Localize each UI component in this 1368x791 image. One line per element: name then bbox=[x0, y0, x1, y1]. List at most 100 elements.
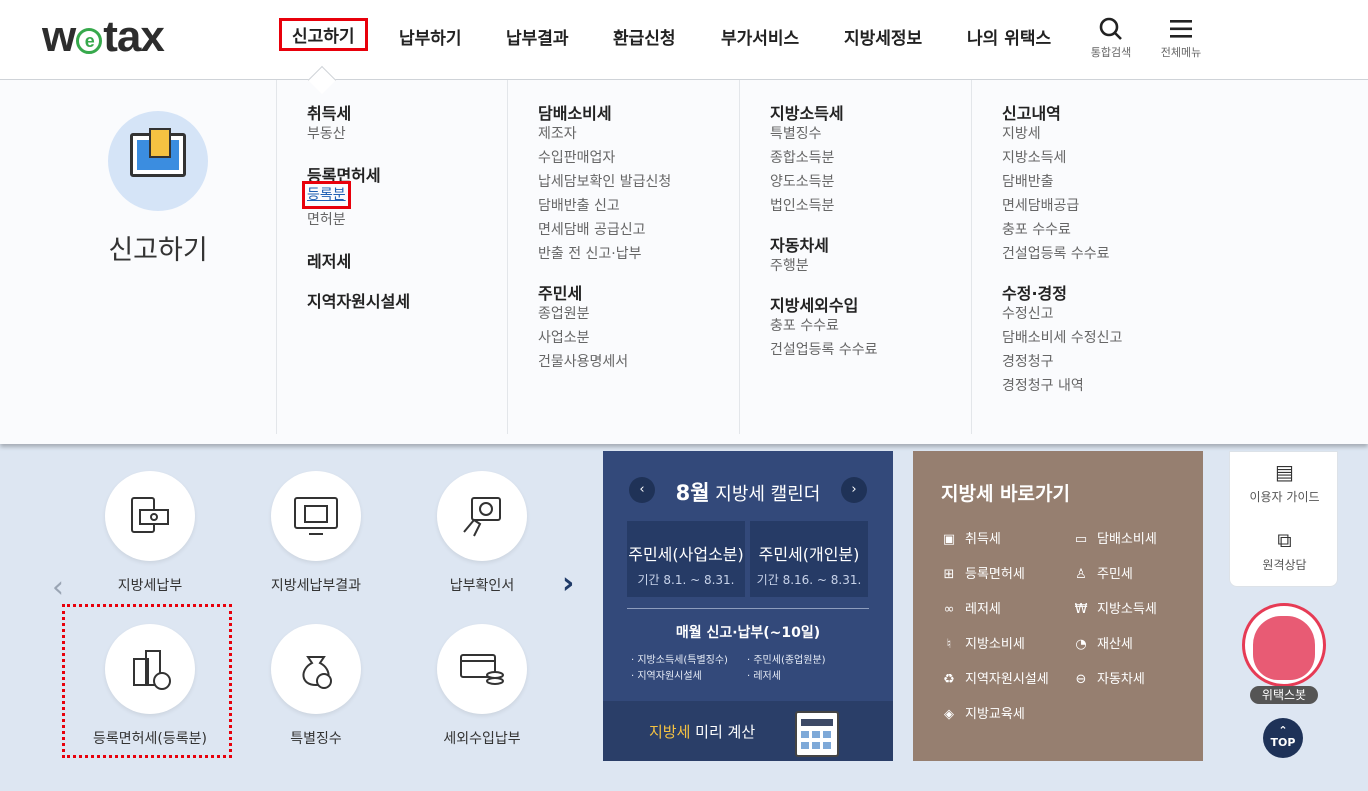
menu-col-4: 신고내역 지방세 지방소득세 담배반출 면세담배공급 충포 수수료 건설업등록 … bbox=[971, 80, 1122, 434]
cat-leisure-tax[interactable]: 레저세 bbox=[307, 248, 410, 271]
sub-item[interactable]: 담배반출 신고 bbox=[538, 194, 671, 218]
money-bag-icon bbox=[302, 656, 332, 689]
cat-local-income-tax[interactable]: 지방소득세 bbox=[770, 100, 878, 123]
monthly-item: · 지역자원시설세 bbox=[631, 671, 702, 682]
person-icon: ♙ bbox=[1075, 567, 1087, 582]
search-icon bbox=[1081, 16, 1141, 44]
quick-non-tax-pay[interactable]: 세외수입납부 bbox=[412, 624, 552, 748]
sub-item[interactable]: 경정청구 bbox=[1002, 350, 1122, 374]
cat-acquisition-tax[interactable]: 취득세 bbox=[307, 100, 410, 123]
sub-license[interactable]: 면허분 bbox=[307, 208, 410, 232]
nav-refund[interactable]: 환급신청 bbox=[613, 24, 676, 49]
carousel-prev-button[interactable]: ‹ bbox=[52, 570, 64, 605]
scroll-top-button[interactable]: ⌃ TOP bbox=[1263, 718, 1303, 758]
shortcut-registration-tax[interactable]: ⊞ 등록면허세 bbox=[941, 563, 1025, 582]
sub-item[interactable]: 면세담배 공급신고 bbox=[538, 218, 671, 242]
monitor-folder-icon bbox=[294, 497, 338, 535]
nav-local-tax-info[interactable]: 지방세정보 bbox=[844, 24, 922, 49]
hamburger-icon bbox=[1151, 16, 1211, 44]
tax-shortcut-panel: 지방세 바로가기 ▣ 취득세 ▭ 담배소비세 ⊞ 등록면허세 ♙ 주민세 ∞ 레저세 ₩ 지… bbox=[913, 451, 1203, 761]
quick-label: 지방세납부 bbox=[117, 578, 183, 594]
sub-item[interactable]: 양도소득분 bbox=[770, 170, 878, 194]
quick-local-tax-result[interactable]: 지방세납부결과 bbox=[246, 471, 386, 595]
sub-item[interactable]: 경정청구 내역 bbox=[1002, 374, 1122, 398]
calendar-item-2[interactable]: 주민세(개인분) 기간 8.16. ~ 8.31. bbox=[750, 521, 868, 597]
sub-item[interactable]: 건설업등록 수수료 bbox=[770, 338, 878, 362]
calculator-banner[interactable]: 지방세 미리 계산 bbox=[603, 701, 893, 761]
sub-item[interactable]: 충포 수수료 bbox=[770, 314, 878, 338]
shortcut-vehicle-tax[interactable]: ⊖ 자동차세 bbox=[1073, 668, 1145, 687]
calendar-month: 8월 bbox=[675, 481, 710, 505]
sub-item[interactable]: 특별징수 bbox=[770, 122, 878, 146]
quick-payment-cert[interactable]: 납부확인서 bbox=[412, 471, 552, 595]
chatbot-button[interactable] bbox=[1242, 603, 1326, 687]
pie-icon: ◔ bbox=[1075, 637, 1087, 652]
nav-pay-result[interactable]: 납부결과 bbox=[506, 24, 569, 49]
quick-label: 납부확인서 bbox=[449, 578, 515, 594]
sub-registration[interactable]: 등록분 bbox=[302, 181, 351, 209]
monthly-item: · 주민세(종업원분) bbox=[747, 655, 826, 666]
shortcut-regional-resource-tax[interactable]: ♻ 지역자원시설세 bbox=[941, 668, 1049, 687]
monthly-item: · 지방소득세(특별징수) bbox=[631, 655, 728, 666]
quick-label: 지방세납부결과 bbox=[270, 578, 362, 594]
calculator-label: 지방세 미리 계산 bbox=[649, 723, 756, 741]
shortcut-education-tax[interactable]: ◈ 지방교육세 bbox=[941, 703, 1025, 722]
sub-item[interactable]: 주행분 bbox=[770, 254, 878, 278]
calendar-item-1[interactable]: 주민세(사업소분) 기간 8.1. ~ 8.31. bbox=[627, 521, 745, 597]
user-guide-button[interactable]: ▤ 이용자 가이드 bbox=[1230, 460, 1339, 505]
quick-local-tax-pay[interactable]: 지방세납부 bbox=[80, 471, 220, 595]
nav-my-wetax[interactable]: 나의 위택스 bbox=[967, 24, 1051, 49]
menu-col-3: 지방소득세 특별징수 종합소득분 양도소득분 법인소득분 자동차세 주행분 지방… bbox=[739, 80, 878, 434]
shortcut-property-tax[interactable]: ◔ 재산세 bbox=[1073, 633, 1133, 652]
shortcut-tobacco-tax[interactable]: ▭ 담배소비세 bbox=[1073, 528, 1157, 547]
sub-item[interactable]: 제조자 bbox=[538, 122, 671, 146]
chat-icon: ▤ bbox=[1275, 460, 1294, 484]
sub-item[interactable]: 종합소득분 bbox=[770, 146, 878, 170]
sub-item[interactable]: 지방소득세 bbox=[1002, 146, 1122, 170]
shortcut-local-consumption-tax[interactable]: ♮ 지방소비세 bbox=[941, 633, 1025, 652]
cat-regional-resource-tax[interactable]: 지역자원시설세 bbox=[307, 288, 410, 311]
shortcut-local-income-tax[interactable]: ₩ 지방소득세 bbox=[1073, 598, 1157, 617]
sub-item[interactable]: 수정신고 bbox=[1002, 302, 1122, 326]
calendar-item-period: 기간 8.16. ~ 8.31. bbox=[756, 573, 862, 587]
sub-item[interactable]: 사업소분 bbox=[538, 326, 671, 350]
wetax-logo[interactable]: w e tax bbox=[42, 12, 165, 62]
cat-report-history[interactable]: 신고내역 bbox=[1002, 100, 1122, 123]
monthly-item: · 레저세 bbox=[747, 671, 781, 682]
all-menu-button[interactable]: 전체메뉴 bbox=[1151, 16, 1211, 60]
search-button[interactable]: 통합검색 bbox=[1081, 16, 1141, 60]
cat-correction[interactable]: 수정·경정 bbox=[1002, 280, 1122, 303]
shortcut-acquisition-tax[interactable]: ▣ 취득세 bbox=[941, 528, 1001, 547]
chatbot-mascot-icon bbox=[1253, 616, 1315, 680]
tax-calendar: ‹ › 8월 지방세 캘린더 주민세(사업소분) 기간 8.1. ~ 8.31.… bbox=[603, 451, 893, 761]
sub-item[interactable]: 반출 전 신고·납부 bbox=[538, 242, 671, 266]
sub-item[interactable]: 충포 수수료 bbox=[1002, 218, 1122, 242]
cat-vehicle-tax[interactable]: 자동차세 bbox=[770, 232, 878, 255]
sub-item[interactable]: 면세담배공급 bbox=[1002, 194, 1122, 218]
report-icon bbox=[108, 111, 208, 211]
quick-special-withholding[interactable]: 특별징수 bbox=[246, 624, 386, 748]
cat-non-tax-revenue[interactable]: 지방세외수입 bbox=[770, 292, 878, 315]
sub-item[interactable]: 법인소득분 bbox=[770, 194, 878, 218]
sub-real-estate[interactable]: 부동산 bbox=[307, 122, 410, 146]
sub-item[interactable]: 담배반출 bbox=[1002, 170, 1122, 194]
shortcut-leisure-tax[interactable]: ∞ 레저세 bbox=[941, 598, 1001, 617]
sub-item[interactable]: 수입판매업자 bbox=[538, 146, 671, 170]
sub-item[interactable]: 납세담보확인 발급신청 bbox=[538, 170, 671, 194]
cat-tobacco-tax[interactable]: 담배소비세 bbox=[538, 100, 671, 123]
nav-pay[interactable]: 납부하기 bbox=[399, 24, 462, 49]
nav-report[interactable]: 신고하기 bbox=[279, 18, 368, 51]
sub-item[interactable]: 담배소비세 수정신고 bbox=[1002, 326, 1122, 350]
sub-item[interactable]: 건물사용명세서 bbox=[538, 350, 671, 374]
shortcut-resident-tax[interactable]: ♙ 주민세 bbox=[1073, 563, 1133, 582]
sub-item[interactable]: 건설업등록 수수료 bbox=[1002, 242, 1122, 266]
cat-registration-license-tax[interactable]: 등록면허세 bbox=[307, 162, 410, 185]
nav-extra-service[interactable]: 부가서비스 bbox=[721, 24, 799, 49]
sub-item[interactable]: 종업원분 bbox=[538, 302, 671, 326]
chatbot-label: 위택스봇 bbox=[1250, 686, 1318, 704]
remote-consult-button[interactable]: ⧉ 원격상담 bbox=[1230, 528, 1339, 573]
money-bag-icon: ₩ bbox=[1074, 602, 1088, 617]
sub-item[interactable]: 지방세 bbox=[1002, 122, 1122, 146]
cat-resident-tax[interactable]: 주민세 bbox=[538, 280, 671, 303]
carousel-next-button[interactable]: › bbox=[562, 566, 574, 601]
